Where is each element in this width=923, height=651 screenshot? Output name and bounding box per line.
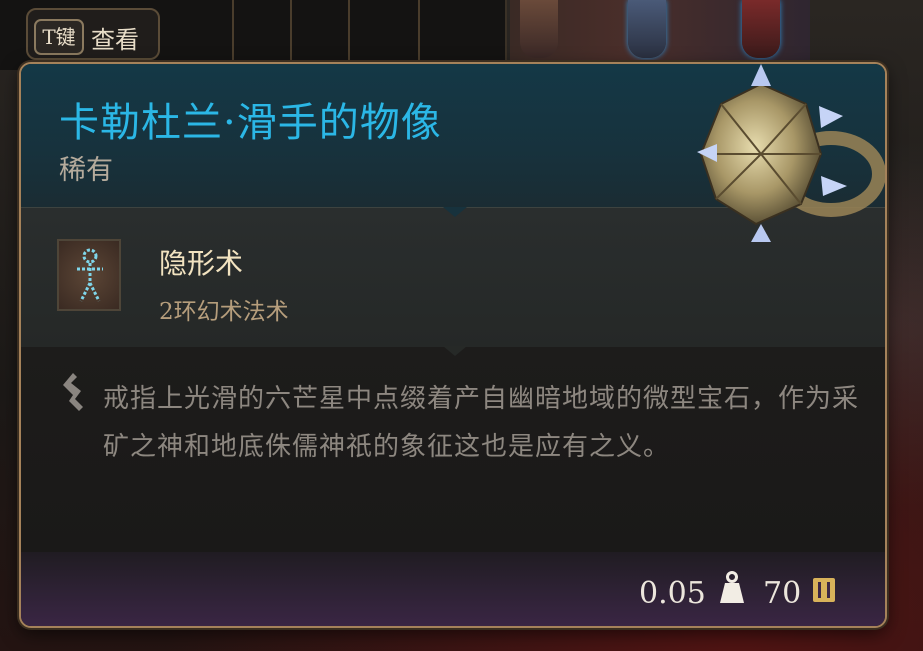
- party-member-portrait[interactable]: [742, 0, 780, 58]
- spell-level-school: 2环幻术法术: [159, 299, 289, 325]
- ring-item-icon: [661, 64, 885, 258]
- hotkey-keycap: T键: [34, 19, 84, 55]
- item-weight: 0.05: [639, 576, 706, 611]
- invisibility-spell-icon[interactable]: [57, 239, 121, 311]
- item-description: 戒指上光滑的六芒星中点缀着产自幽暗地域的微型宝石，作为采矿之神和地底侏儒神祇的象…: [103, 384, 860, 462]
- party-member-portrait[interactable]: [520, 0, 558, 58]
- panel-divider: [348, 0, 350, 62]
- item-tooltip: 卡勒杜兰·滑手的物像 稀有 隐形术 2环幻术法术 戒指上光滑的六芒星中点缀着产自…: [19, 62, 887, 628]
- section-notch: [443, 346, 467, 356]
- section-notch: [443, 207, 467, 217]
- description-section: 戒指上光滑的六芒星中点缀着产自幽暗地域的微型宝石，作为采矿之神和地底侏儒神祇的象…: [21, 346, 885, 552]
- party-member-portrait[interactable]: [628, 0, 666, 58]
- party-portraits[interactable]: [510, 0, 810, 62]
- panel-divider: [418, 0, 420, 62]
- weight-icon: [718, 571, 746, 609]
- hotkey-label: 查看: [91, 26, 139, 54]
- gold-coin-icon: [811, 576, 837, 608]
- tooltip-footer: 0.05 70: [21, 552, 885, 626]
- panel-divider: [232, 0, 234, 62]
- item-price: 70: [763, 576, 802, 611]
- quote-mark-icon: [59, 371, 85, 417]
- spell-name: 隐形术: [159, 247, 244, 280]
- item-name: 卡勒杜兰·滑手的物像: [59, 100, 442, 146]
- item-rarity: 稀有: [59, 155, 113, 186]
- panel-divider: [290, 0, 292, 62]
